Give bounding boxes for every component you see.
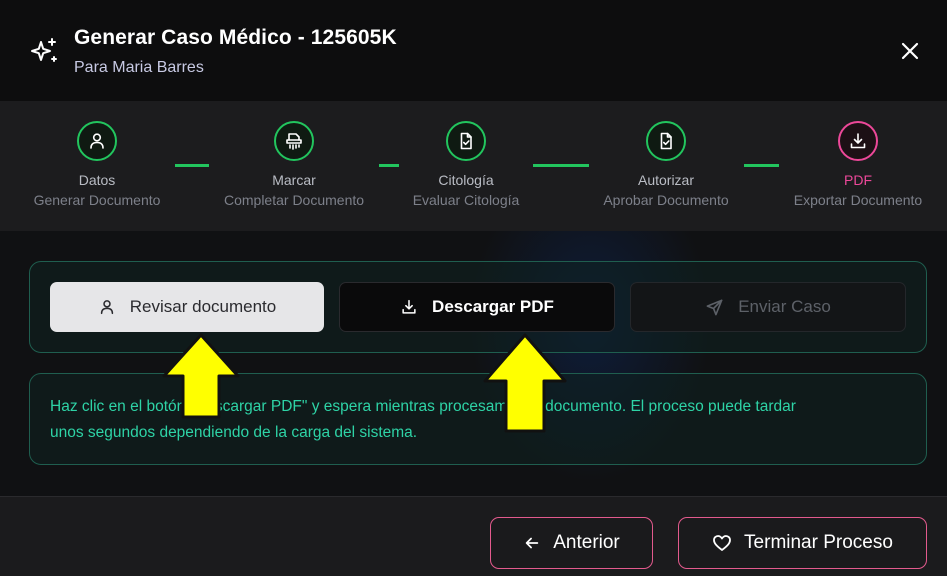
close-icon[interactable]	[897, 38, 923, 64]
step-citologia[interactable]: Citología Evaluar Citología	[376, 121, 556, 208]
info-text-line-2: unos segundos dependiendo de la carga de…	[50, 424, 418, 441]
step-label: Autorizar	[637, 172, 695, 188]
annotation-arrow-up-icon	[162, 333, 240, 419]
review-document-label: Revisar documento	[129, 297, 277, 316]
step-circle	[77, 121, 117, 161]
step-circle	[838, 121, 878, 161]
previous-label: Anterior	[553, 532, 620, 553]
step-label: Datos	[78, 172, 116, 188]
content-area: Revisar documento Descargar PDF Enviar C…	[0, 231, 947, 496]
sparkles-icon	[31, 38, 57, 62]
download-icon	[850, 133, 866, 149]
arrow-left-icon	[525, 537, 539, 549]
send-case-label: Enviar Caso	[738, 297, 831, 316]
step-circle	[646, 121, 686, 161]
page-title: Generar Caso Médico - 125605K	[74, 26, 397, 49]
download-pdf-label: Descargar PDF	[432, 297, 554, 316]
step-sublabel: Evaluar Citología	[412, 192, 520, 208]
step-label: Marcar	[272, 172, 316, 188]
finish-process-button[interactable]: Terminar Proceso	[678, 517, 927, 569]
modal-footer: Anterior Terminar Proceso	[0, 496, 947, 576]
step-circle	[446, 121, 486, 161]
annotation-arrow-up-icon	[483, 333, 567, 433]
step-pdf[interactable]: PDF Exportar Documento	[768, 121, 947, 208]
step-sublabel: Exportar Documento	[793, 192, 923, 208]
file-check-icon	[460, 132, 472, 150]
modal-header: Generar Caso Médico - 125605K Para Maria…	[0, 0, 947, 101]
file-check-icon	[660, 132, 672, 150]
step-circle	[274, 121, 314, 161]
heart-icon	[713, 535, 731, 551]
user-icon	[100, 300, 113, 315]
progress-stepper: Datos Generar Documento Marcar Completar…	[0, 101, 947, 231]
step-sublabel: Aprobar Documento	[603, 192, 729, 208]
finish-process-label: Terminar Proceso	[744, 532, 893, 553]
step-label: PDF	[844, 172, 872, 188]
step-sublabel: Completar Documento	[223, 192, 365, 208]
send-icon	[706, 299, 723, 315]
step-datos[interactable]: Datos Generar Documento	[7, 121, 187, 208]
review-document-button[interactable]: Revisar documento	[50, 282, 324, 332]
page-subtitle: Para Maria Barres	[74, 59, 204, 76]
step-marcar[interactable]: Marcar Completar Documento	[204, 121, 384, 208]
step-label: Citología	[438, 172, 494, 188]
send-case-button[interactable]: Enviar Caso	[630, 282, 906, 332]
download-pdf-button[interactable]: Descargar PDF	[339, 282, 615, 332]
previous-button[interactable]: Anterior	[490, 517, 653, 569]
user-icon	[90, 133, 104, 149]
step-autorizar[interactable]: Autorizar Aprobar Documento	[576, 121, 756, 208]
step-sublabel: Generar Documento	[33, 192, 161, 208]
download-icon	[402, 299, 416, 314]
shredder-icon	[286, 133, 302, 150]
